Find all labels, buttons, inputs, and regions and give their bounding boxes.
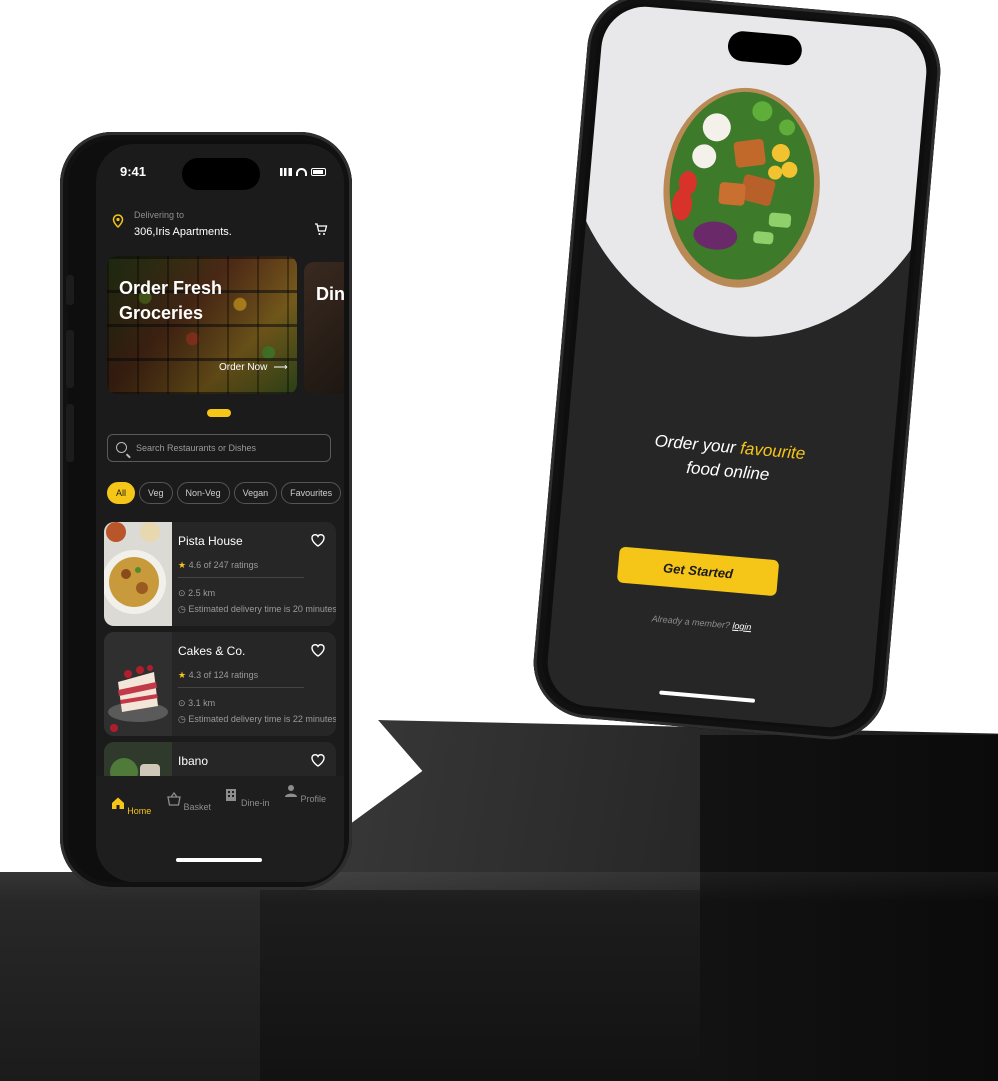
member-text: Already a member? [651, 613, 731, 631]
star-icon: ★ [178, 560, 187, 570]
delivering-label: Delivering to [134, 210, 185, 220]
login-link[interactable]: login [732, 621, 752, 633]
headline-highlight: favourite [739, 438, 807, 464]
signal-icon [280, 168, 292, 176]
phone-side-button [66, 275, 74, 305]
restaurant-card[interactable]: Cakes & Co. ★ 4.3 of 124 ratings ⊙ 3.1 k… [104, 632, 336, 736]
basket-icon [167, 791, 181, 806]
building-icon [226, 789, 237, 801]
clock-icon: ◷ [178, 604, 186, 614]
home-screen: 9:41 Delivering to 306,Iris Apartments. … [96, 144, 344, 882]
restaurant-distance: ⊙ 3.1 km [178, 698, 215, 709]
arrow-right-icon: ⟶ [273, 362, 288, 373]
home-indicator [176, 858, 262, 862]
tab-bar: Home Basket Dine-in Profile [96, 776, 344, 882]
location-pin-icon [112, 214, 124, 228]
pin-small-icon: ⊙ [178, 698, 186, 708]
distance-text: 3.1 km [188, 698, 216, 708]
delivery-address[interactable]: 306,Iris Apartments. [134, 226, 232, 238]
home-indicator [659, 690, 756, 703]
get-started-button[interactable]: Get Started [616, 546, 780, 597]
phone-onboarding: Order your favourite food online Get Sta… [529, 0, 945, 745]
distance-text: 2.5 km [188, 588, 216, 598]
order-now-label: Order Now [219, 362, 268, 373]
carousel-indicator [207, 409, 231, 417]
banner-dine-in[interactable]: Din rest [304, 262, 344, 394]
eta-text: Estimated delivery time is 22 minutes [188, 714, 336, 724]
battery-icon [311, 168, 326, 176]
restaurant-rating: ★ 4.3 of 124 ratings [178, 670, 258, 681]
search-icon [116, 442, 127, 453]
tab-dine-in[interactable]: Dine-in [222, 788, 272, 808]
filter-non-veg[interactable]: Non-Veg [176, 482, 230, 504]
heart-icon[interactable] [310, 532, 326, 548]
restaurant-name: Pista House [178, 534, 243, 548]
order-now-button[interactable]: Order Now ⟶ [219, 362, 288, 373]
clock-icon: ◷ [178, 714, 186, 724]
restaurant-rating: ★ 4.6 of 247 ratings [178, 560, 258, 571]
tab-home[interactable]: Home [106, 796, 156, 816]
tab-profile-label: Profile [300, 794, 327, 804]
search-placeholder: Search Restaurants or Dishes [136, 443, 257, 453]
salad-bowl-image [663, 87, 820, 288]
status-icons [280, 168, 326, 176]
cart-icon[interactable] [314, 222, 328, 236]
wifi-icon [296, 168, 307, 176]
onboarding-screen: Order your favourite food online Get Sta… [544, 3, 930, 731]
banner-title: Order Fresh Groceries [119, 278, 223, 323]
home-icon [111, 797, 124, 809]
filter-all[interactable]: All [107, 482, 136, 504]
banner-groceries[interactable]: Order Fresh Groceries Order Now ⟶ [107, 256, 297, 394]
tab-basket[interactable]: Basket [164, 791, 214, 812]
divider [178, 687, 304, 688]
restaurant-eta: ◷ Estimated delivery time is 22 minutes [178, 714, 336, 725]
filter-favourites[interactable]: Favourites [281, 482, 342, 504]
biryani-image [104, 522, 172, 626]
tab-dine-in-label: Dine-in [241, 798, 270, 808]
phone-volume-down [66, 404, 74, 462]
pedestal-left [0, 872, 280, 1081]
tab-basket-label: Basket [183, 802, 212, 812]
cake-image [104, 632, 172, 736]
restaurant-name: Cakes & Co. [178, 644, 246, 658]
restaurant-name: Ibano [178, 754, 209, 768]
member-prompt: Already a member? login [552, 605, 852, 641]
headline-post: food online [685, 458, 771, 485]
heart-icon[interactable] [310, 752, 326, 768]
rating-text: 4.3 of 124 ratings [188, 670, 259, 680]
filter-vegan[interactable]: Vegan [233, 482, 278, 504]
star-icon: ★ [178, 670, 187, 680]
heart-icon[interactable] [310, 642, 326, 658]
tab-home-label: Home [127, 806, 152, 816]
phone-volume-up [66, 330, 74, 388]
headline-pre: Order your [653, 431, 737, 458]
mockup-stage: 9:41 Delivering to 306,Iris Apartments. … [0, 0, 998, 1081]
divider [178, 577, 304, 578]
rating-text: 4.6 of 247 ratings [188, 560, 259, 570]
restaurant-card[interactable]: Pista House ★ 4.6 of 247 ratings ⊙ 2.5 k… [104, 522, 336, 626]
status-time: 9:41 [120, 164, 147, 179]
onboarding-headline: Order your favourite food online [564, 422, 893, 498]
dynamic-island [182, 158, 260, 190]
tab-profile[interactable]: Profile [280, 784, 330, 804]
pin-small-icon: ⊙ [178, 588, 186, 598]
banner2-title: Din rest [316, 284, 344, 304]
restaurant-distance: ⊙ 2.5 km [178, 588, 215, 599]
restaurant-eta: ◷ Estimated delivery time is 20 minutes [178, 604, 336, 615]
filter-veg[interactable]: Veg [139, 482, 173, 504]
eta-text: Estimated delivery time is 20 minutes [188, 604, 336, 614]
person-icon [284, 785, 297, 797]
search-input[interactable]: Search Restaurants or Dishes [107, 434, 331, 462]
pedestal-right [700, 735, 998, 1081]
filter-chips: All Veg Non-Veg Vegan Favourites [107, 482, 342, 504]
